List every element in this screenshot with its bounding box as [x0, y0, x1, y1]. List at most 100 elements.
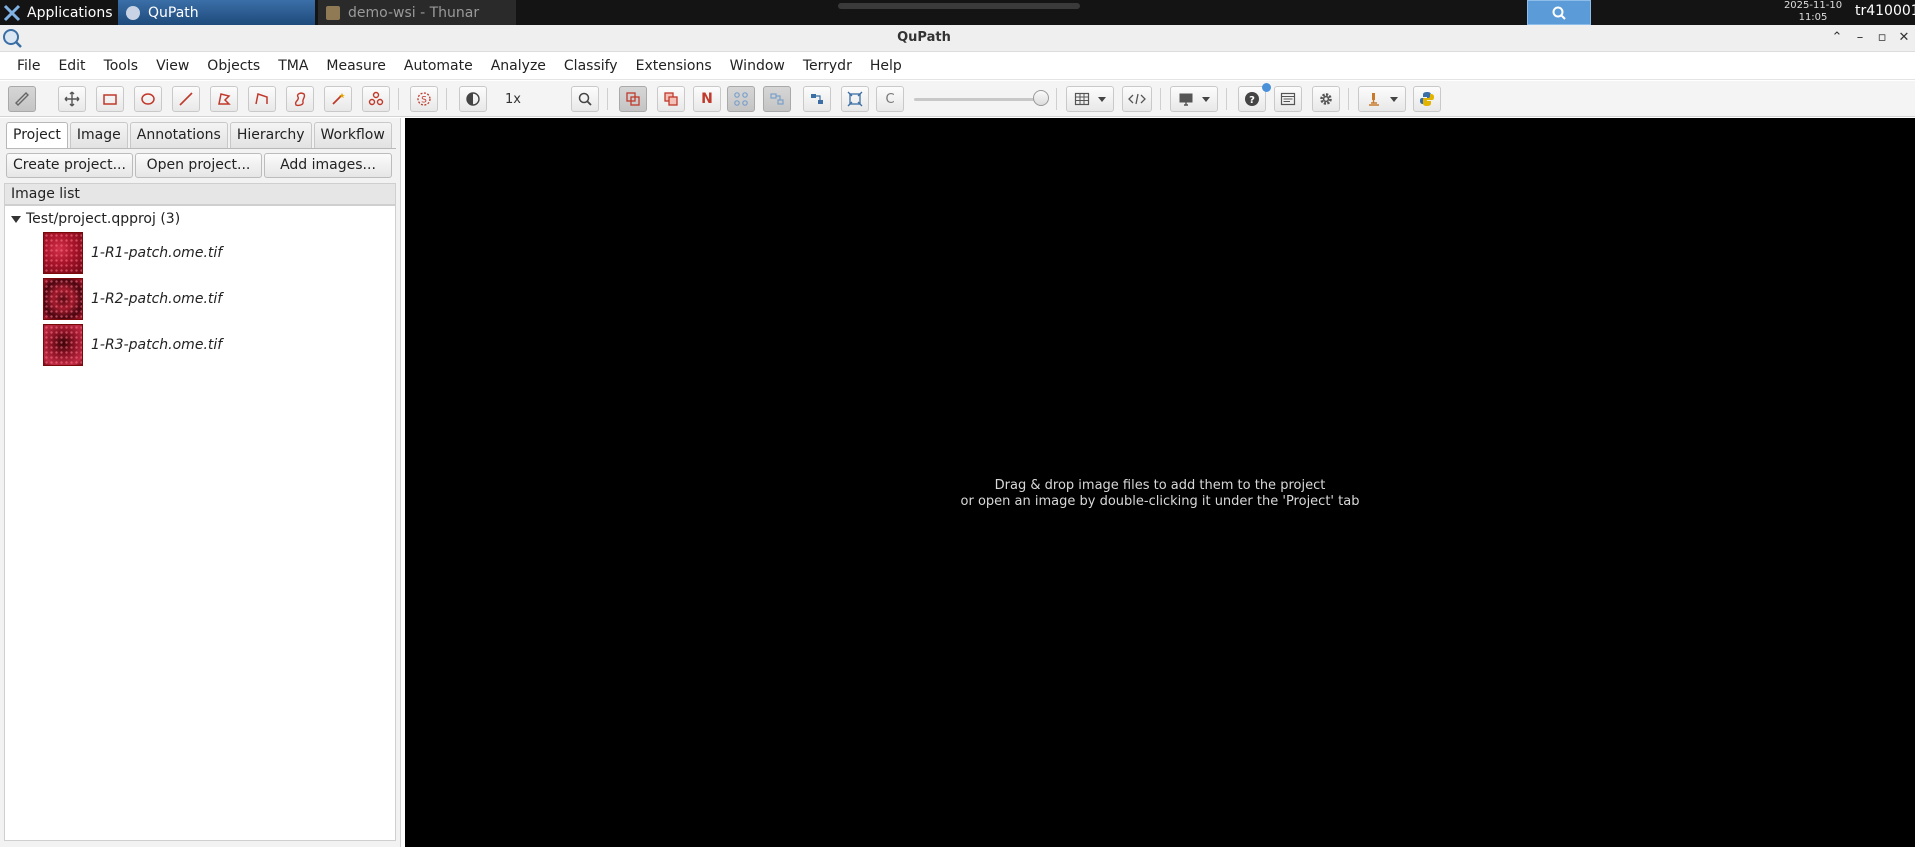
fill-detections-button[interactable]	[803, 86, 831, 112]
tab-project[interactable]: Project	[6, 122, 68, 148]
empty-viewer-message: Drag & drop image files to add them to t…	[405, 478, 1915, 510]
tab-workflow[interactable]: Workflow	[313, 122, 392, 148]
table-icon	[1074, 92, 1090, 106]
help-icon: ?	[1245, 92, 1259, 106]
detections-icon	[770, 93, 784, 105]
svg-text:?: ?	[1249, 95, 1255, 106]
menu-edit[interactable]: Edit	[49, 58, 94, 74]
polyline-tool-button[interactable]	[248, 86, 276, 112]
create-project-button[interactable]: Create project...	[6, 153, 133, 178]
qupath-icon	[126, 5, 140, 20]
list-item[interactable]: 1-R2-patch.ome.tif	[43, 278, 222, 320]
chevron-down-icon	[1390, 96, 1398, 102]
rectangle-tool-button[interactable]	[96, 86, 124, 112]
measurement-table-button[interactable]	[1066, 86, 1114, 112]
python-extension-button[interactable]	[1413, 86, 1441, 112]
list-item[interactable]: 1-R1-patch.ome.tif	[43, 232, 222, 274]
points-tool-button[interactable]	[362, 86, 390, 112]
shade-window-button[interactable]: ⌃	[1827, 28, 1847, 48]
brush-tool-button[interactable]	[286, 86, 314, 112]
menu-objects[interactable]: Objects	[198, 58, 269, 74]
menu-extensions[interactable]: Extensions	[627, 58, 721, 74]
image-name: 1-R2-patch.ome.tif	[91, 291, 223, 307]
expand-triangle-icon[interactable]	[11, 215, 21, 223]
log-viewer-button[interactable]	[1274, 86, 1302, 112]
folder-icon	[326, 5, 340, 20]
brightness-contrast-button[interactable]	[459, 86, 487, 112]
move-tool-button[interactable]	[58, 86, 86, 112]
opacity-slider-track[interactable]	[914, 98, 1044, 101]
task-label: demo-wsi - Thunar	[348, 4, 480, 21]
show-annotations-button[interactable]	[619, 86, 647, 112]
show-names-button[interactable]: N	[693, 86, 721, 112]
toolbar: S 1x N C ?	[0, 81, 1915, 117]
line-tool-button[interactable]	[172, 86, 200, 112]
menu-tma[interactable]: TMA	[269, 58, 317, 74]
wand-icon	[332, 93, 345, 105]
ellipse-tool-button[interactable]	[134, 86, 162, 112]
minimize-window-button[interactable]: –	[1850, 28, 1870, 48]
show-pixel-classification-button[interactable]	[841, 86, 869, 112]
workspace-indicator[interactable]	[838, 3, 1080, 9]
extensions-menu-button[interactable]	[1358, 86, 1406, 112]
add-images-button[interactable]: Add images...	[264, 153, 392, 178]
viewer-hint-line-1: Drag & drop image files to add them to t…	[994, 478, 1326, 493]
script-editor-button[interactable]	[1122, 86, 1152, 112]
viewer-display-button[interactable]	[1170, 86, 1218, 112]
menu-analyze[interactable]: Analyze	[482, 58, 555, 74]
image-viewer[interactable]: Drag & drop image files to add them to t…	[405, 118, 1915, 847]
menu-file[interactable]: File	[8, 58, 49, 74]
magnifier-icon	[1552, 6, 1566, 20]
toolbar-separator	[1056, 88, 1057, 110]
user-name[interactable]: tr410001	[1855, 3, 1915, 19]
toolbar-separator	[398, 88, 399, 110]
clock-date: 2025-11-10	[1783, 0, 1843, 11]
show-tma-grid-button[interactable]	[727, 86, 755, 112]
applications-menu[interactable]: Applications	[0, 0, 113, 25]
clock[interactable]: 2025-11-10 11:05	[1780, 0, 1846, 25]
zoom-icon	[578, 92, 592, 106]
zoom-to-fit-button[interactable]	[571, 86, 599, 112]
open-project-button[interactable]: Open project...	[135, 153, 262, 178]
selection-mode-button[interactable]: S	[410, 86, 438, 112]
svg-text:S: S	[421, 96, 427, 106]
wand-tool-button[interactable]	[324, 86, 352, 112]
preferences-button[interactable]	[1312, 86, 1340, 112]
rectangle-icon	[103, 94, 117, 105]
tab-hierarchy[interactable]: Hierarchy	[229, 122, 312, 148]
ellipse-icon	[141, 93, 155, 105]
menu-automate[interactable]: Automate	[395, 58, 482, 74]
menu-measure[interactable]: Measure	[317, 58, 395, 74]
system-taskbar: Applications QuPath demo-wsi - Thunar 20…	[0, 0, 1915, 25]
polygon-tool-button[interactable]	[210, 86, 238, 112]
task-qupath[interactable]: QuPath	[118, 0, 315, 25]
maximize-window-button[interactable]: ▫	[1872, 28, 1892, 48]
toolbar-separator	[1226, 88, 1227, 110]
tab-image[interactable]: Image	[69, 122, 128, 148]
task-thunar[interactable]: demo-wsi - Thunar	[318, 0, 516, 25]
channels-button[interactable]: C	[876, 86, 904, 112]
list-item[interactable]: 1-R3-patch.ome.tif	[43, 324, 222, 366]
opacity-slider-thumb[interactable]	[1033, 90, 1049, 106]
menu-view[interactable]: View	[147, 58, 198, 74]
menu-classify[interactable]: Classify	[555, 58, 627, 74]
chevron-down-icon	[1098, 96, 1106, 102]
menu-tools[interactable]: Tools	[95, 58, 148, 74]
tab-annotations[interactable]: Annotations	[129, 122, 228, 148]
image-list[interactable]: Test/project.qpproj (3) 1-R1-patch.ome.t…	[4, 205, 396, 841]
toolbar-separator	[607, 88, 608, 110]
close-window-button[interactable]: ✕	[1894, 28, 1914, 48]
image-name: 1-R1-patch.ome.tif	[91, 245, 223, 261]
menu-terrydr[interactable]: Terrydr	[794, 58, 861, 74]
show-detections-button[interactable]	[763, 86, 791, 112]
project-tree-node[interactable]: Test/project.qpproj (3)	[11, 211, 180, 227]
search-launcher-button[interactable]	[1527, 0, 1591, 25]
fill-annotations-button[interactable]	[657, 86, 685, 112]
menu-help[interactable]: Help	[861, 58, 911, 74]
expand-icon	[847, 91, 863, 107]
fill-detections-icon	[811, 94, 823, 104]
line-icon	[179, 92, 193, 106]
measure-ruler-button[interactable]	[8, 86, 36, 112]
channels-letter-icon: C	[885, 91, 895, 107]
menu-window[interactable]: Window	[721, 58, 794, 74]
